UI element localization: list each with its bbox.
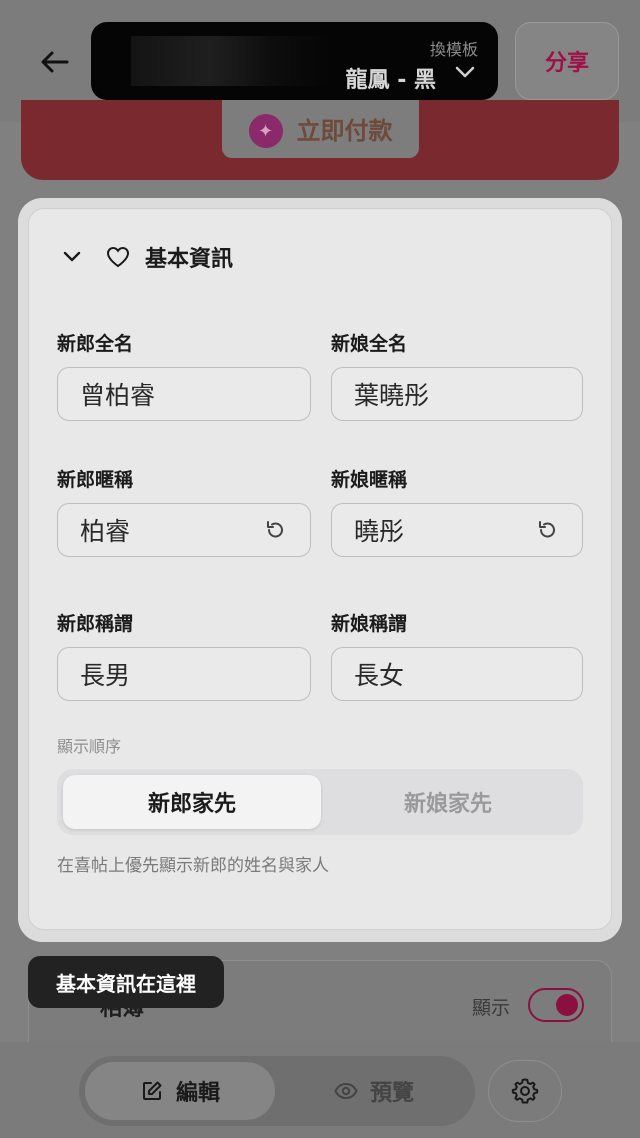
groom-nickname-input[interactable] bbox=[80, 515, 262, 545]
bride-nickname-field[interactable] bbox=[331, 503, 583, 557]
bride-full-name-field[interactable] bbox=[331, 367, 583, 421]
toggle-knob bbox=[556, 994, 578, 1016]
pay-now-button[interactable]: ✦ 立即付款 bbox=[222, 100, 419, 158]
show-label: 顯示 bbox=[472, 997, 511, 1019]
bride-full-name-label: 新娘全名 bbox=[331, 333, 408, 355]
edit-icon bbox=[140, 1079, 164, 1103]
groom-first-option[interactable]: 新郎家先 bbox=[63, 775, 321, 829]
share-button[interactable]: 分享 bbox=[515, 22, 619, 100]
bride-title-field[interactable] bbox=[331, 647, 583, 701]
groom-title-field[interactable] bbox=[57, 647, 311, 701]
template-preview-art bbox=[131, 36, 331, 86]
bride-first-option[interactable]: 新娘家先 bbox=[319, 775, 577, 829]
heart-icon bbox=[105, 244, 131, 270]
preview-tab[interactable]: 預覽 bbox=[279, 1062, 469, 1120]
bride-full-name-input[interactable] bbox=[354, 379, 560, 409]
preview-label: 預覽 bbox=[369, 1081, 414, 1106]
groom-title-label: 新郎稱謂 bbox=[57, 613, 134, 635]
groom-nickname-field[interactable] bbox=[57, 503, 311, 557]
template-name: 龍鳳 - 黑 bbox=[345, 68, 436, 93]
bride-title-input[interactable] bbox=[354, 659, 560, 689]
groom-full-name-input[interactable] bbox=[80, 379, 288, 409]
groom-title-input[interactable] bbox=[80, 659, 288, 689]
display-order-help: 在喜帖上優先顯示新郎的姓名與家人 bbox=[57, 856, 329, 876]
arrow-left-icon bbox=[41, 51, 69, 73]
bride-title-label: 新娘稱謂 bbox=[331, 613, 408, 635]
display-order-segmented-control: 新郎家先 新娘家先 bbox=[57, 769, 583, 835]
groom-full-name-label: 新郎全名 bbox=[57, 333, 134, 355]
chevron-down-icon[interactable] bbox=[59, 244, 85, 270]
gear-icon bbox=[511, 1078, 539, 1104]
reset-icon[interactable] bbox=[534, 517, 560, 543]
template-hint: 換模板 bbox=[429, 40, 478, 59]
chevron-down-icon bbox=[455, 66, 475, 78]
section-title: 基本資訊 bbox=[145, 247, 234, 272]
bride-nickname-label: 新娘暱稱 bbox=[331, 469, 408, 491]
show-toggle[interactable] bbox=[528, 988, 584, 1022]
groom-nickname-label: 新郎暱稱 bbox=[57, 469, 134, 491]
section-header[interactable]: 基本資訊 bbox=[59, 241, 233, 273]
sparkle-icon: ✦ bbox=[248, 114, 283, 148]
settings-button[interactable] bbox=[488, 1060, 562, 1122]
reset-icon[interactable] bbox=[262, 517, 288, 543]
mode-switch: 編輯 預覽 bbox=[79, 1056, 475, 1126]
pay-now-label: 立即付款 bbox=[296, 117, 393, 145]
bride-nickname-input[interactable] bbox=[354, 515, 534, 545]
basic-info-card: 基本資訊 新郎全名 新娘全名 新郎暱稱 新娘暱稱 新郎稱謂 新娘稱謂 顯示順序 … bbox=[28, 208, 612, 930]
onboarding-tooltip: 基本資訊在這裡 bbox=[28, 956, 224, 1008]
template-switcher[interactable]: 換模板 龍鳳 - 黑 bbox=[91, 22, 498, 100]
display-order-label: 顯示順序 bbox=[57, 737, 122, 756]
edit-tab[interactable]: 編輯 bbox=[85, 1062, 275, 1120]
back-button[interactable] bbox=[34, 42, 74, 82]
eye-icon bbox=[334, 1079, 358, 1103]
edit-label: 編輯 bbox=[175, 1081, 220, 1106]
groom-full-name-field[interactable] bbox=[57, 367, 311, 421]
